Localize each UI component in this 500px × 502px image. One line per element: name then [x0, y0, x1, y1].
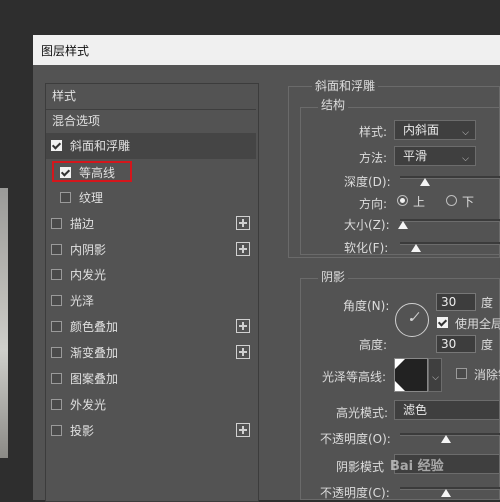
- effect-checkbox[interactable]: [60, 192, 71, 203]
- size-slider-thumb[interactable]: [398, 221, 408, 229]
- effect-checkbox[interactable]: [51, 425, 62, 436]
- gloss-contour-preview[interactable]: [394, 358, 428, 392]
- chevron-down-icon: ⌵: [462, 154, 469, 164]
- effect-item-0[interactable]: 样式: [46, 83, 256, 110]
- angle-input[interactable]: 30: [436, 293, 476, 311]
- depth-slider-thumb[interactable]: [420, 178, 430, 186]
- effect-item-6[interactable]: 内阴影: [46, 237, 256, 263]
- effect-item-1[interactable]: 混合选项: [46, 108, 256, 135]
- antialias-checkbox[interactable]: [456, 368, 467, 379]
- effect-label: 颜色叠加: [70, 320, 119, 334]
- direction-label: 方向:: [359, 197, 388, 211]
- shadow-mode-label: 阴影模式: [336, 460, 385, 474]
- effect-label: 内阴影: [70, 243, 107, 257]
- effect-item-5[interactable]: 描边: [46, 211, 256, 237]
- size-label: 大小(Z):: [344, 218, 390, 232]
- soften-label: 软化(F):: [344, 241, 389, 255]
- style-label: 样式:: [359, 125, 388, 139]
- watermark-text: Bai 经验: [390, 459, 444, 474]
- dialog-titlebar[interactable]: 图层样式: [33, 35, 500, 65]
- gloss-contour-dropdown[interactable]: ⌵: [428, 358, 442, 392]
- effect-label: 混合选项: [52, 114, 101, 128]
- direction-up-radio[interactable]: [397, 195, 408, 206]
- add-effect-icon[interactable]: [236, 216, 250, 230]
- canvas-photo-strip: [0, 188, 8, 458]
- angle-unit: 度: [481, 296, 494, 310]
- effect-item-2[interactable]: 斜面和浮雕: [46, 133, 256, 159]
- chevron-down-icon: ⌵: [462, 128, 469, 138]
- shadow-opacity-thumb[interactable]: [441, 489, 451, 497]
- effect-item-13[interactable]: 投影: [46, 418, 256, 444]
- altitude-label: 高度:: [359, 338, 388, 352]
- effect-checkbox[interactable]: [51, 347, 62, 358]
- direction-down-radio[interactable]: [446, 195, 457, 206]
- altitude-unit: 度: [481, 338, 494, 352]
- effect-checkbox[interactable]: [51, 373, 62, 384]
- gloss-contour-label: 光泽等高线:: [322, 370, 387, 384]
- effect-checkbox[interactable]: [51, 244, 62, 255]
- global-light-label: 使用全局: [455, 317, 500, 331]
- effect-checkbox[interactable]: [51, 399, 62, 410]
- shading-title: 阴影: [318, 268, 349, 285]
- effect-item-8[interactable]: 光泽: [46, 288, 256, 314]
- effect-label: 纹理: [79, 191, 104, 205]
- dialog-title: 图层样式: [41, 44, 90, 58]
- direction-up-label: 上: [413, 195, 426, 209]
- effect-item-9[interactable]: 颜色叠加: [46, 314, 256, 340]
- effect-item-11[interactable]: 图案叠加: [46, 366, 256, 392]
- effect-item-12[interactable]: 外发光: [46, 392, 256, 418]
- effect-label: 渐变叠加: [70, 346, 119, 360]
- effect-label: 外发光: [70, 398, 107, 412]
- highlight-mode-select[interactable]: 滤色: [394, 400, 500, 420]
- altitude-input[interactable]: 30: [436, 335, 476, 353]
- add-effect-icon[interactable]: [236, 345, 250, 359]
- add-effect-icon[interactable]: [236, 242, 250, 256]
- method-select[interactable]: 平滑 ⌵: [394, 146, 476, 166]
- structure-title: 结构: [318, 96, 349, 113]
- highlight-opacity-label: 不透明度(O):: [320, 432, 391, 446]
- highlight-mode-label: 高光模式:: [336, 406, 389, 420]
- effect-label: 图案叠加: [70, 372, 119, 386]
- effect-checkbox[interactable]: [51, 140, 62, 151]
- effect-label: 斜面和浮雕: [70, 139, 131, 153]
- effect-checkbox[interactable]: [51, 295, 62, 306]
- add-effect-icon[interactable]: [236, 423, 250, 437]
- method-label: 方法:: [359, 151, 388, 165]
- effect-item-4[interactable]: 纹理: [46, 185, 256, 211]
- direction-down-label: 下: [462, 195, 475, 209]
- chevron-down-icon: ⌵: [432, 373, 439, 383]
- size-slider[interactable]: [400, 219, 500, 222]
- highlight-opacity-thumb[interactable]: [441, 435, 451, 443]
- highlight-box: [52, 161, 132, 182]
- depth-slider[interactable]: [400, 176, 500, 179]
- depth-label: 深度(D):: [344, 175, 391, 189]
- angle-dial[interactable]: [395, 303, 429, 337]
- add-effect-icon[interactable]: [236, 319, 250, 333]
- antialias-label: 消除锯: [474, 368, 500, 382]
- soften-slider-thumb[interactable]: [411, 244, 421, 252]
- effect-label: 投影: [70, 424, 95, 438]
- effect-label: 样式: [52, 89, 77, 103]
- effect-label: 光泽: [70, 294, 95, 308]
- bevel-section-title: 斜面和浮雕: [312, 77, 379, 94]
- effect-checkbox[interactable]: [51, 269, 62, 280]
- global-light-checkbox[interactable]: [437, 317, 448, 328]
- effect-label: 描边: [70, 217, 95, 231]
- effect-item-7[interactable]: 内发光: [46, 262, 256, 288]
- effect-checkbox[interactable]: [51, 321, 62, 332]
- style-select[interactable]: 内斜面 ⌵: [394, 120, 476, 140]
- shadow-opacity-label: 不透明度(C):: [320, 486, 390, 500]
- effect-label: 内发光: [70, 268, 107, 282]
- effect-item-10[interactable]: 渐变叠加: [46, 340, 256, 366]
- angle-label: 角度(N):: [343, 299, 390, 313]
- effect-checkbox[interactable]: [51, 218, 62, 229]
